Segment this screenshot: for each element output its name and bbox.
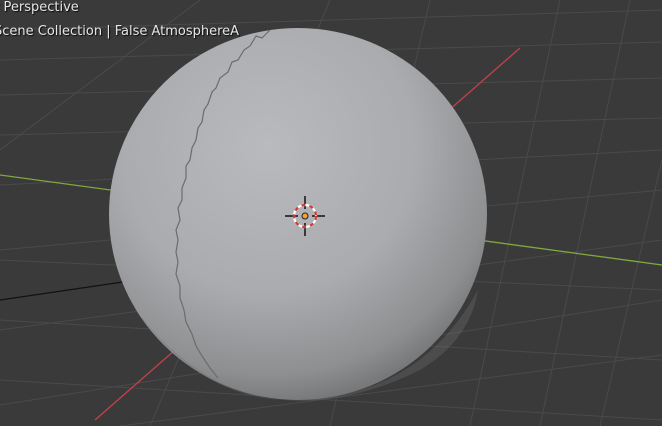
sphere-object[interactable] [109,28,487,401]
3d-viewport[interactable]: r Perspective Scene Collection | False A… [0,0,662,426]
viewport-scene[interactable] [0,0,662,426]
collection-path-label: Scene Collection | False AtmosphereA [0,24,240,39]
view-name-label: r Perspective [0,0,79,15]
origin-dot-icon [301,212,309,220]
